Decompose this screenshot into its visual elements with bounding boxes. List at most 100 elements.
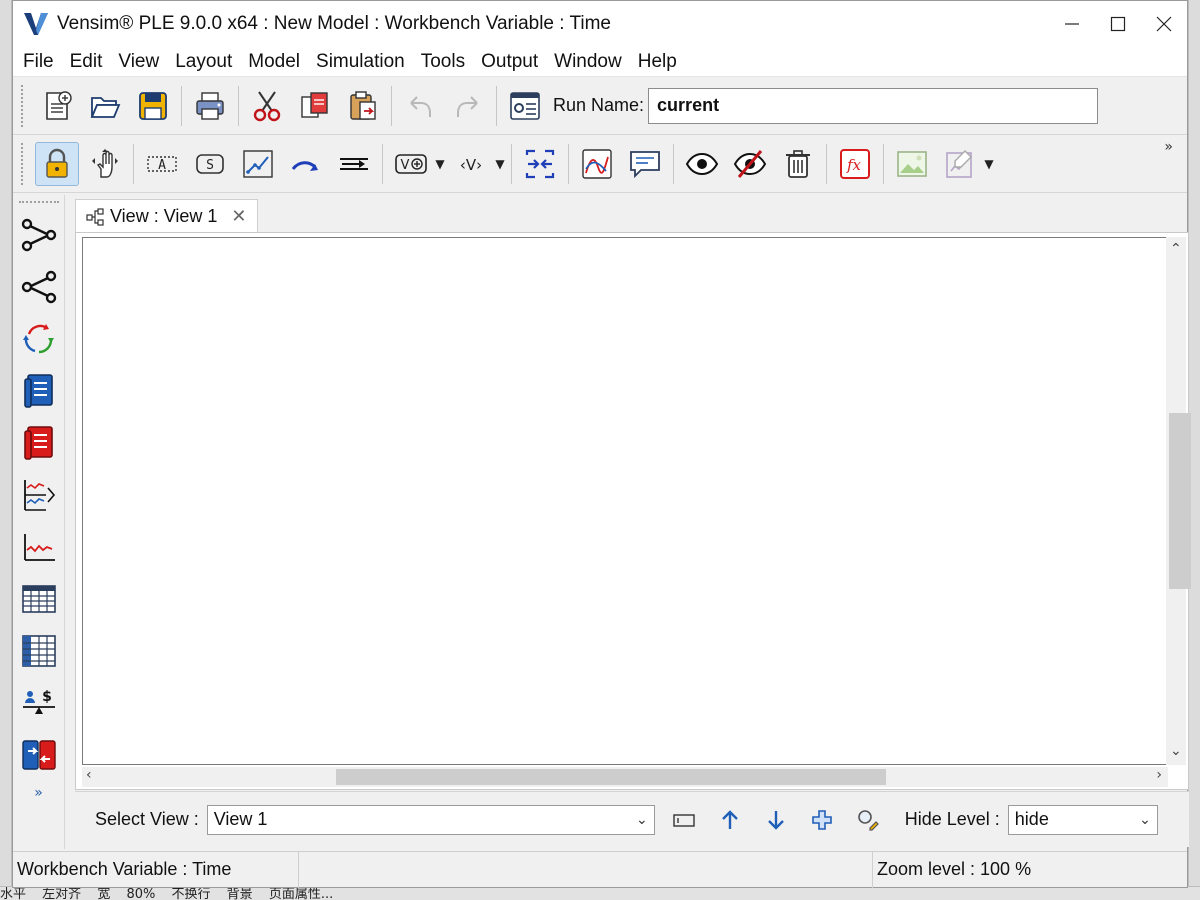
menu-help[interactable]: Help [630,47,685,77]
comment-button[interactable] [623,142,667,186]
close-button[interactable] [1141,1,1187,47]
table-icon [21,585,56,613]
lock-sketch-button[interactable] [35,141,79,186]
scroll-down-icon[interactable]: ⌄ [1170,743,1182,759]
status-zoom-level: Zoom level : 100 % [877,859,1032,879]
hide-level-dropdown[interactable]: hide ⌄ [1007,804,1158,835]
scroll-left-icon[interactable]: ‹ [86,767,92,783]
simulation-control-button[interactable] [503,84,547,128]
delete-button[interactable] [776,142,820,186]
vensim-window: Vensim® PLE 9.0.0 x64 : New Model : Work… [12,0,1191,888]
title-bar[interactable]: Vensim® PLE 9.0.0 x64 : New Model : Work… [13,1,1187,47]
menu-file[interactable]: File [15,47,62,77]
toolbar-grip[interactable] [18,201,59,205]
new-model-button[interactable] [35,84,79,128]
move-view-down-button[interactable] [761,805,791,835]
table-button[interactable] [16,573,62,625]
save-icon [139,91,167,120]
open-model-button[interactable] [83,84,127,128]
copy-button[interactable] [293,84,337,128]
menu-edit[interactable]: Edit [62,47,111,77]
background-fragment: 80% [126,887,156,900]
units-check-icon [21,740,56,770]
menu-simulation[interactable]: Simulation [308,47,413,77]
vertical-scrollbar[interactable]: ⌃ ⌄ [1166,237,1191,765]
menu-layout[interactable]: Layout [167,47,240,77]
chevron-down-icon[interactable]: ▼ [433,157,447,171]
hide-button[interactable] [728,142,772,186]
toolbar-overflow-icon[interactable]: » [13,785,64,801]
shadow-variable-button[interactable]: V [389,142,433,186]
curved-arrow-button[interactable] [284,142,328,186]
main-toolbar: Run Name: [13,77,1187,135]
menu-model[interactable]: Model [240,47,308,77]
redo-button[interactable] [446,84,490,128]
horizontal-scrollbar[interactable]: ‹ › [82,767,1168,787]
graph-button[interactable] [16,521,62,573]
sketch-canvas[interactable] [82,237,1168,765]
image-button[interactable] [890,142,934,186]
box-variable-button[interactable]: S [188,142,232,186]
find-edit-icon [857,809,879,831]
scroll-up-icon[interactable]: ⌃ [1170,241,1182,257]
run-name-label: Run Name: [553,95,645,115]
menu-view[interactable]: View [110,47,167,77]
background-fragment: 页面属性... [268,887,334,900]
print-button[interactable] [188,84,232,128]
toolbar-separator [673,143,674,184]
image-icon [897,150,927,177]
toolbar-grip[interactable] [21,84,27,127]
scroll-right-icon[interactable]: › [1156,767,1162,783]
menu-tools[interactable]: Tools [413,47,473,77]
chevron-down-icon[interactable]: ▼ [982,157,996,171]
paste-button[interactable] [341,84,385,128]
run-name-input[interactable] [648,87,1099,124]
equations-button[interactable]: fx [833,142,877,186]
merge-button[interactable] [518,142,562,186]
tab-view-1[interactable]: View : View 1 ✕ [75,199,258,233]
save-button[interactable] [131,84,175,128]
tab-close-icon[interactable]: ✕ [231,206,246,227]
menu-output[interactable]: Output [473,47,546,77]
select-view-label: Select View : [95,809,199,829]
toolbar-grip[interactable] [21,142,27,185]
horizontal-scroll-thumb[interactable] [336,769,886,785]
move-view-up-button[interactable] [715,805,745,835]
unhide-button[interactable] [680,142,724,186]
io-object-button[interactable] [938,142,982,186]
causes-tree-button[interactable] [16,209,62,261]
undo-button[interactable] [398,84,442,128]
merge-icon [525,149,555,178]
cut-button[interactable] [245,84,289,128]
table-time-down-button[interactable] [16,625,62,677]
units-check-button[interactable] [16,729,62,781]
chevron-down-icon[interactable]: ▼ [493,157,507,171]
rate-flow-button[interactable] [332,142,376,186]
move-size-button[interactable] [83,142,127,186]
toolbar-overflow-icon[interactable]: » [1164,139,1173,155]
svg-text:‹V›: ‹V› [460,156,482,174]
close-icon [1156,16,1172,32]
add-view-button[interactable] [807,805,837,835]
causes-strip-button[interactable] [16,469,62,521]
status-workbench-variable: Workbench Variable : Time [13,851,299,888]
rename-view-button[interactable] [669,805,699,835]
maximize-button[interactable] [1095,1,1141,47]
uses-tree-button[interactable] [16,261,62,313]
select-view-dropdown[interactable]: View 1 ⌄ [206,804,655,835]
sketch-graph-button[interactable] [575,142,619,186]
find-variable-button[interactable] [853,805,883,835]
vertical-scroll-thumb[interactable] [1169,413,1191,589]
runs-compare-icon: $ [22,689,55,714]
input-output-variable-button[interactable]: ‹V› [449,142,493,186]
svg-text:S: S [206,158,214,173]
menu-window[interactable]: Window [546,47,630,77]
minimize-button[interactable] [1049,1,1095,47]
arrow-button[interactable] [236,142,280,186]
document-button[interactable] [16,365,62,417]
background-fragment: 背景 [226,887,253,900]
runs-compare-button[interactable]: $ [16,677,62,729]
loops-button[interactable] [16,313,62,365]
variable-button[interactable]: A [140,142,184,186]
document-all-button[interactable] [16,417,62,469]
